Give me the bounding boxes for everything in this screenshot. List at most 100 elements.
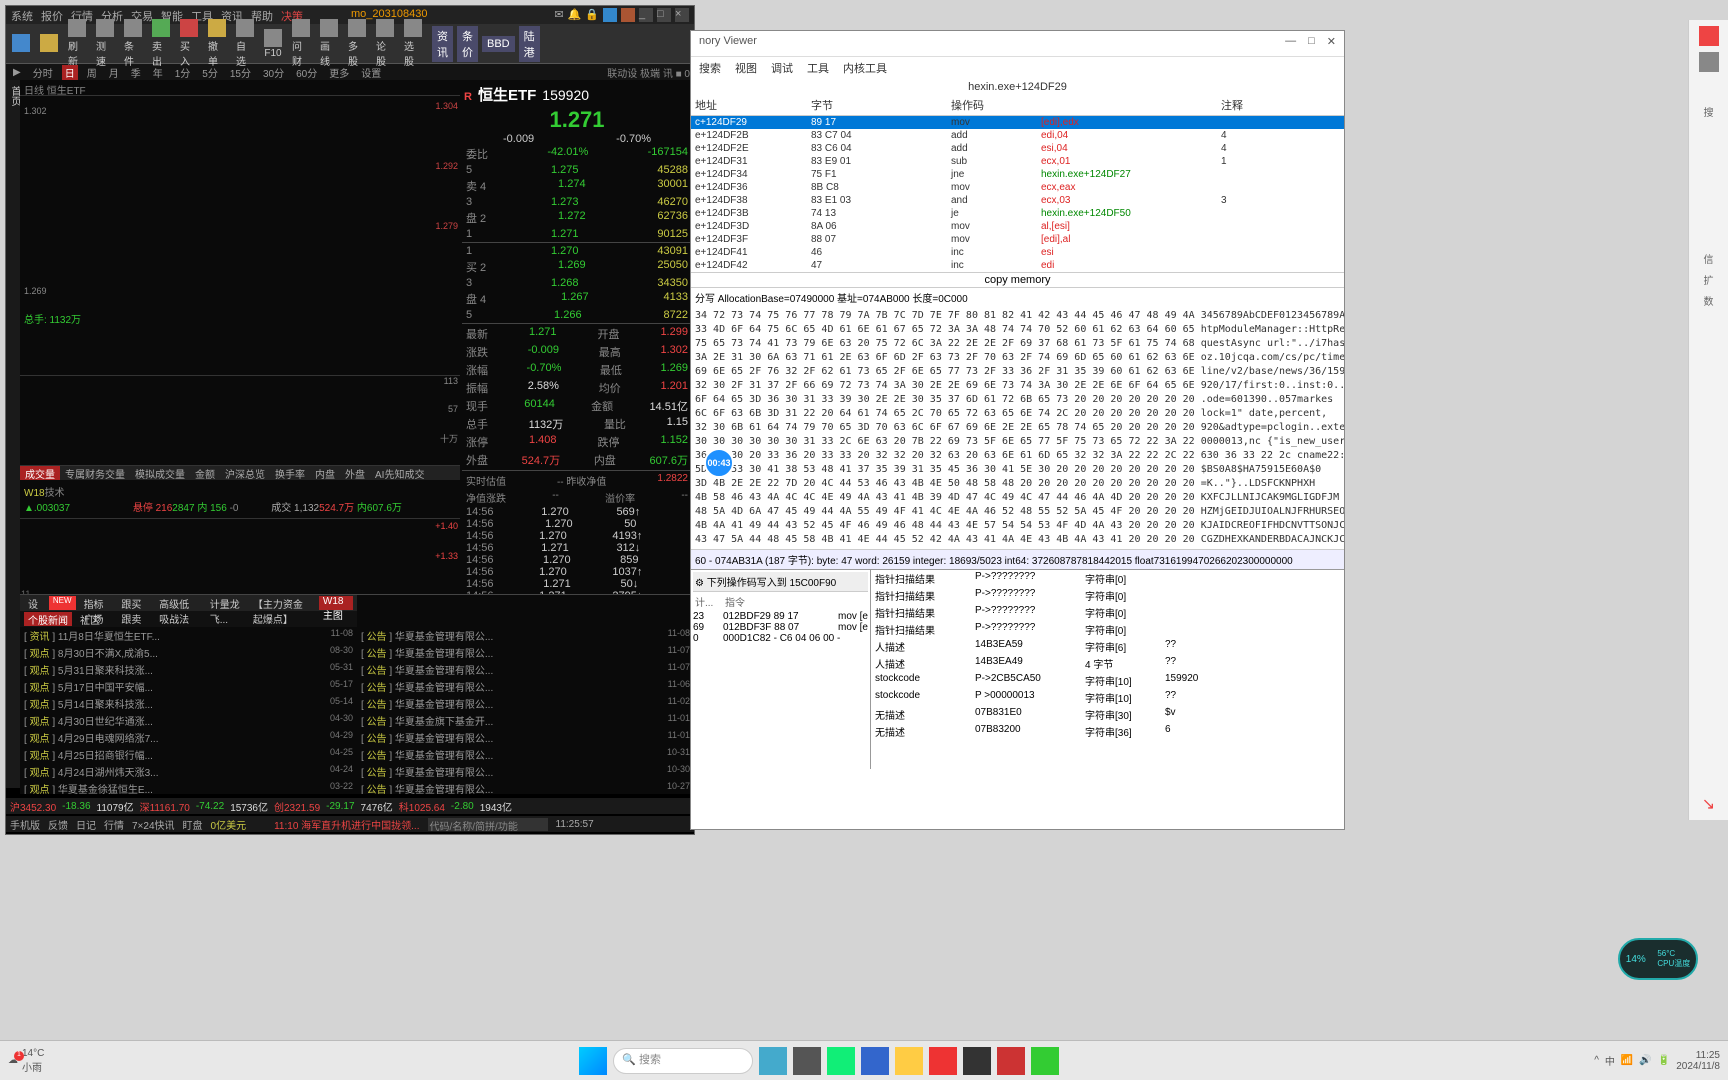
toolbar-btn[interactable]: 撤单 xyxy=(204,18,230,69)
news-item[interactable]: [ 公告 ] 华夏基金管理有限公...11-06 xyxy=(357,678,694,695)
side-info[interactable]: 信 xyxy=(1704,251,1714,266)
toolbar-btn[interactable]: 自选 xyxy=(232,18,258,69)
timeframe-tab[interactable]: 5分 xyxy=(199,65,221,80)
timeframe-tab[interactable]: 分时 xyxy=(30,65,56,80)
maximize-icon[interactable]: □ xyxy=(657,8,671,22)
volume-chart[interactable]: 11357十万 xyxy=(20,376,460,466)
news-item[interactable]: [ 观点 ] 4月24日湖州炜天涨3...04-24 xyxy=(20,763,357,780)
toolbar-btn[interactable]: 画线 xyxy=(316,18,342,69)
vol-tab[interactable]: 换手率 xyxy=(270,466,310,480)
disasm-row[interactable]: e+124DF3B74 13jehexin.exe+124DF50 xyxy=(691,207,1344,220)
news-item[interactable]: [ 观点 ] 8月30日不满X,成渝5...08-30 xyxy=(20,644,357,661)
disasm-row[interactable]: e+124DF3883 E1 03andecx,033 xyxy=(691,194,1344,207)
app-icon-3[interactable] xyxy=(963,1047,991,1075)
news-tab[interactable]: NEW xyxy=(49,596,76,610)
addr-list-row[interactable]: stockcodeP->2CB5CA50字符串[10]159920 xyxy=(871,672,1344,689)
toolbar-btn[interactable]: 论股 xyxy=(372,18,398,69)
toolbar-btn[interactable]: F10 xyxy=(260,28,286,60)
vol-tab[interactable]: 内盘 xyxy=(310,466,340,480)
disasm-row[interactable]: e+124DF4247incedi xyxy=(691,259,1344,272)
close-icon[interactable]: ✕ xyxy=(1327,35,1336,52)
vol-tab[interactable]: 外盘 xyxy=(340,466,370,480)
toolbar-btn[interactable]: 多股 xyxy=(344,18,370,69)
addr-list-row[interactable]: 人描述14B3EA494 字节?? xyxy=(871,655,1344,672)
gear-icon[interactable]: ⚙ xyxy=(695,578,704,589)
start-button[interactable] xyxy=(579,1047,607,1075)
side-search[interactable]: 搜 xyxy=(1704,104,1714,119)
search-icon[interactable] xyxy=(1699,52,1719,72)
disasm-row[interactable]: e+124DF2E83 C6 04addesi,044 xyxy=(691,142,1344,155)
news-tab[interactable]: 指标广场 xyxy=(80,596,114,610)
addr-list-row[interactable]: 指针扫描结果P->????????字符串[0] xyxy=(871,587,1344,604)
disasm-row[interactable]: e+124DF2B83 C7 04addedi,044 xyxy=(691,129,1344,142)
bottom-link[interactable]: 反馈 xyxy=(48,817,68,832)
bottom-link[interactable]: 行情 xyxy=(104,817,124,832)
taskbar-search[interactable]: 🔍 搜索 xyxy=(613,1048,753,1074)
news-tab[interactable]: 高级低吸战法 xyxy=(155,596,202,610)
minimize-icon[interactable]: — xyxy=(1285,35,1296,52)
toolbar-btn[interactable]: 测速 xyxy=(92,18,118,69)
news-item[interactable]: [ 公告 ] 华夏基金管理有限公...11-08 xyxy=(357,627,694,644)
news-item[interactable]: [ 观点 ] 5月17日中国平安幅...05-17 xyxy=(20,678,357,695)
news-tab[interactable]: 跟买跟卖 xyxy=(117,596,151,610)
timeframe-tab[interactable]: 年 xyxy=(150,65,166,80)
news-item[interactable]: [ 观点 ] 5月31日聚来科技涨...05-31 xyxy=(20,661,357,678)
vol-tab[interactable]: AI先知成交 xyxy=(370,466,429,480)
explorer-icon[interactable] xyxy=(895,1047,923,1075)
news-item[interactable]: [ 观点 ] 4月30日世纪华通涨...04-30 xyxy=(20,712,357,729)
news-tab[interactable]: 【主力资金起爆点】 xyxy=(249,596,315,610)
hex-dump[interactable]: 34 72 73 74 75 76 77 78 79 7A 7B 7C 7D 7… xyxy=(691,307,1344,549)
btn-weituo[interactable] xyxy=(621,8,635,22)
toolbar-btn[interactable]: 选股 xyxy=(400,18,426,69)
timeframe-tab[interactable]: 1分 xyxy=(172,65,194,80)
btn-zixun[interactable] xyxy=(603,8,617,22)
vol-tab[interactable]: 沪深总览 xyxy=(220,466,270,480)
toolbar-btn[interactable]: 买入 xyxy=(176,18,202,69)
vol-tab[interactable]: 金额 xyxy=(190,466,220,480)
tab-stock-news[interactable]: 个股新闻 xyxy=(24,612,72,626)
tray-lang-icon[interactable]: 中 xyxy=(1605,1053,1615,1068)
cpu-monitor-widget[interactable]: 14% 56°CCPU温度 xyxy=(1618,938,1698,980)
addr-list-row[interactable]: 无描述07B83200字符串[36]6 xyxy=(871,723,1344,740)
disasm-row[interactable]: e+124DF4146incesi xyxy=(691,246,1344,259)
maximize-icon[interactable]: □ xyxy=(1308,35,1315,52)
news-tab[interactable]: 计量龙飞... xyxy=(206,596,245,610)
bell-icon[interactable]: 🔔 xyxy=(568,8,582,22)
addr-list-row[interactable]: 指针扫描结果P->????????字符串[0] xyxy=(871,604,1344,621)
bottom-link[interactable]: 日记 xyxy=(76,817,96,832)
toolbar-btn[interactable]: 条件 xyxy=(120,18,146,69)
news-item[interactable]: [ 公告 ] 华夏基金旗下基金开...11-01 xyxy=(357,712,694,729)
minimize-icon[interactable]: _ xyxy=(639,8,653,22)
dbg-menu-item[interactable]: 内核工具 xyxy=(843,60,887,76)
timeframe-tab[interactable]: 周 xyxy=(84,65,100,80)
wps-icon[interactable] xyxy=(929,1047,957,1075)
search-input[interactable]: 代码/名称/简拼/功能 xyxy=(428,818,548,831)
timeframe-tab[interactable]: 设置 xyxy=(358,65,384,80)
edge-icon[interactable] xyxy=(827,1047,855,1075)
timeframe-tab[interactable]: 季 xyxy=(128,65,144,80)
tray-volume-icon[interactable]: 🔊 xyxy=(1639,1055,1651,1066)
disasm-row[interactable]: e+124DF3D8A 06moval,[esi] xyxy=(691,220,1344,233)
arrow-icon[interactable]: ↘ xyxy=(1702,794,1715,814)
toolbar-box[interactable]: 资讯 xyxy=(432,26,453,62)
price-chart[interactable]: 1.3021.2691.3041.2921.279 总手: 1132万 xyxy=(20,96,460,376)
wechat-icon[interactable] xyxy=(1031,1047,1059,1075)
taskview-icon[interactable] xyxy=(759,1047,787,1075)
toolbar-btn[interactable]: 卖出 xyxy=(148,18,174,69)
lock-icon[interactable]: 🔒 xyxy=(585,8,599,22)
menu-item[interactable]: 报价 xyxy=(41,8,63,22)
toolbar-btn[interactable] xyxy=(36,33,62,54)
app-icon-1[interactable] xyxy=(793,1047,821,1075)
addr-list-row[interactable]: 指针扫描结果P->????????字符串[0] xyxy=(871,570,1344,587)
menu-item[interactable]: 系统 xyxy=(11,8,33,22)
timeframe-tab[interactable]: 日 xyxy=(62,65,78,80)
weather-widget[interactable]: ☁1 14°C小雨 xyxy=(8,1048,44,1074)
timeframe-tab[interactable]: 30分 xyxy=(260,65,287,80)
dbg-menu-item[interactable]: 视图 xyxy=(735,60,757,76)
addr-list-row[interactable]: 无描述07B831E0字符串[30]$v xyxy=(871,706,1344,723)
toolbar-box[interactable]: 陆港 xyxy=(519,26,540,62)
bottom-link[interactable]: 盯盘 xyxy=(183,817,203,832)
tray-battery-icon[interactable]: 🔋 xyxy=(1658,1055,1670,1066)
side-ext[interactable]: 扩 xyxy=(1704,272,1714,287)
news-item[interactable]: [ 资讯 ] 11月8日华夏恒生ETF...11-08 xyxy=(20,627,357,644)
